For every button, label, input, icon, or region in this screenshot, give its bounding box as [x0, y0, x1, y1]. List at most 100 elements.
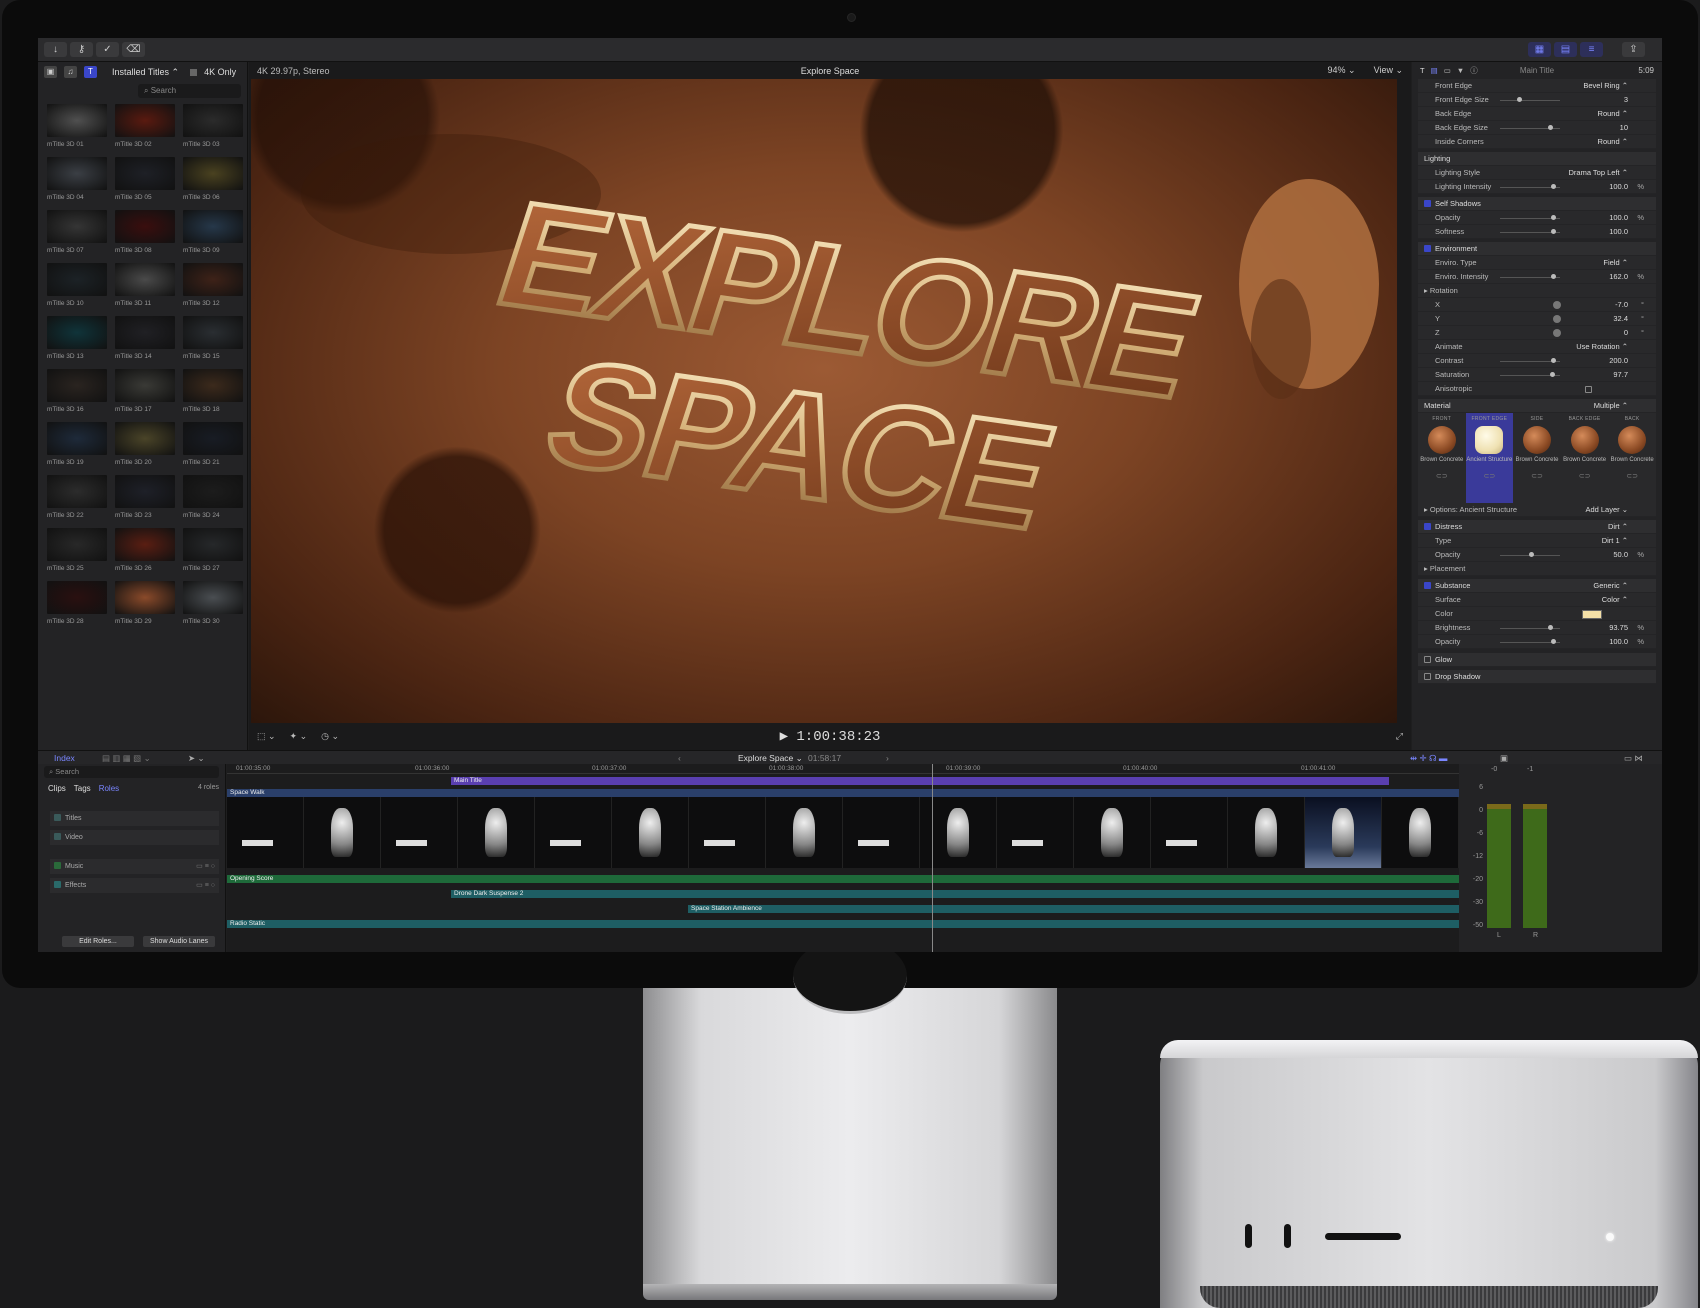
inspector-row[interactable]: Opacity 100.0% — [1418, 635, 1656, 649]
inspector-row[interactable]: Y 32.4 ° — [1418, 312, 1656, 326]
inspector-row[interactable]: Lighting Style Drama Top Left ⌃ — [1418, 166, 1656, 180]
inspector-slider[interactable] — [1500, 625, 1560, 630]
inspector-row[interactable]: Brightness 93.75% — [1418, 621, 1656, 635]
inspector-slider[interactable] — [1500, 125, 1560, 130]
inspector-slider[interactable] — [1500, 552, 1560, 557]
anisotropic-checkbox[interactable] — [1585, 386, 1592, 393]
section-checkbox[interactable] — [1424, 582, 1431, 589]
role-checkbox[interactable] — [54, 881, 61, 888]
inspector-row[interactable]: Color — [1418, 607, 1656, 621]
inspector-row[interactable]: Type Dirt 1 ⌃ — [1418, 534, 1656, 548]
video-filmstrip[interactable] — [227, 797, 1459, 868]
inspector-row-value[interactable]: 50.0 — [1613, 548, 1628, 562]
index-search-input[interactable]: ⌕ Search — [44, 766, 219, 778]
inspector-slider[interactable] — [1500, 184, 1560, 189]
background-tasks-button[interactable]: ✓ — [96, 42, 119, 57]
material-swatch[interactable]: BACK EDGE Brown Concrete ⊂⊃ — [1561, 413, 1609, 503]
title-thumbnail[interactable]: mTitle 3D 07 — [47, 210, 107, 257]
slider-knob[interactable] — [1551, 639, 1557, 644]
role-checkbox[interactable] — [54, 814, 61, 821]
section-checkbox[interactable] — [1424, 245, 1431, 252]
tab-clips[interactable]: Clips — [48, 784, 66, 793]
inspector-row[interactable]: Lighting Intensity 100.0% — [1418, 180, 1656, 194]
slider-knob[interactable] — [1551, 229, 1557, 234]
inspector-row[interactable]: Animate Use Rotation ⌃ — [1418, 340, 1656, 354]
inspector-row[interactable]: Enviro. Type Field ⌃ — [1418, 256, 1656, 270]
link-icon[interactable]: ⊂⊃ — [1561, 472, 1609, 480]
history-forward-icon[interactable]: › — [886, 753, 889, 763]
link-icon[interactable]: ⊂⊃ — [1513, 472, 1561, 480]
drop-shadow-row[interactable]: Drop Shadow — [1418, 670, 1656, 684]
inspector-slider[interactable] — [1500, 229, 1560, 234]
inspector-slider[interactable] — [1500, 639, 1560, 644]
inspector-row-value[interactable]: Dirt 1 ⌃ — [1602, 534, 1628, 548]
title-thumbnail[interactable]: mTitle 3D 08 — [115, 210, 175, 257]
inspector-row-value[interactable]: 100.0 — [1609, 180, 1628, 194]
title-thumbnail[interactable]: mTitle 3D 05 — [115, 157, 175, 204]
section-checkbox[interactable] — [1424, 523, 1431, 530]
inspector-row-value[interactable]: 100.0 — [1609, 211, 1628, 225]
inspector-row-value[interactable]: Round ⌃ — [1598, 107, 1628, 121]
title-thumbnail[interactable]: mTitle 3D 19 — [47, 422, 107, 469]
zoom-to-fit-icon[interactable]: ▭ ⋈ — [1624, 753, 1643, 764]
title-clip[interactable]: Main Title — [451, 777, 1389, 785]
inspector-row[interactable]: Lighting — [1418, 152, 1656, 166]
inspector-row-value[interactable]: 200.0 — [1609, 354, 1628, 368]
role-checkbox[interactable] — [54, 833, 61, 840]
slider-knob[interactable] — [1548, 625, 1554, 630]
tool-select-icon[interactable]: ➤ ⌄ — [188, 753, 205, 764]
title-thumbnail[interactable]: mTitle 3D 17 — [115, 369, 175, 416]
info-icon[interactable]: ⓘ — [1470, 65, 1478, 76]
browser-search-input[interactable]: ⌕ Search — [138, 84, 241, 98]
inspector-row[interactable]: Softness 100.0 — [1418, 225, 1656, 239]
inspector-row[interactable]: Back Edge Round ⌃ — [1418, 107, 1656, 121]
index-button[interactable]: Index — [54, 753, 75, 763]
lane-controls-icon[interactable]: ▭ ≡ ○ — [196, 878, 215, 893]
inspector-slider[interactable] — [1500, 274, 1560, 279]
tab-tags[interactable]: Tags — [74, 784, 91, 793]
title-thumbnail[interactable]: mTitle 3D 18 — [183, 369, 243, 416]
link-icon[interactable]: ⊂⊃ — [1418, 472, 1466, 480]
timeline-toggle-button[interactable]: ▤ — [1554, 42, 1577, 57]
inspector-row[interactable]: Front Edge Size 3 — [1418, 93, 1656, 107]
inspector-row-value[interactable]: 100.0 — [1609, 225, 1628, 239]
title-thumbnail[interactable]: mTitle 3D 24 — [183, 475, 243, 522]
timeline-ruler[interactable]: 01:00:35:00 01:00:36:00 01:00:37:00 01:0… — [227, 764, 1459, 774]
glow-checkbox[interactable] — [1424, 656, 1431, 663]
clip-appearance-icon[interactable]: ▣ — [1500, 753, 1508, 764]
clip-appearance-icons[interactable]: ▤ ▥ ▦ ▧ ⌄ — [102, 753, 151, 764]
drop-shadow-checkbox[interactable] — [1424, 673, 1431, 680]
video-clip-label[interactable]: Space Walk — [227, 789, 1459, 797]
text-inspector-icon[interactable]: T — [1420, 66, 1425, 75]
inspector-row-value[interactable]: Generic ⌃ — [1593, 579, 1628, 593]
title-thumbnail[interactable]: mTitle 3D 30 — [183, 581, 243, 628]
rotation-dial[interactable] — [1553, 329, 1561, 337]
timeline-tracks[interactable]: 01:00:35:00 01:00:36:00 01:00:37:00 01:0… — [227, 764, 1459, 952]
role-titles[interactable]: Titles — [50, 811, 219, 826]
inspector-row[interactable]: Opacity 100.0% — [1418, 211, 1656, 225]
playhead[interactable] — [932, 764, 933, 952]
audio-clip[interactable]: Space Station Ambience — [688, 905, 1459, 913]
viewer-canvas[interactable]: EXPLORE SPACE — [251, 79, 1397, 723]
inspector-row-value[interactable]: 100.0 — [1609, 635, 1628, 649]
slider-knob[interactable] — [1551, 358, 1557, 363]
title-thumbnail[interactable]: mTitle 3D 10 — [47, 263, 107, 310]
inspector-row[interactable]: Environment — [1418, 242, 1656, 256]
title-thumbnail[interactable]: mTitle 3D 22 — [47, 475, 107, 522]
title-inspector-icon[interactable]: ▤ — [1431, 66, 1438, 75]
timeline-project-menu[interactable]: Explore Space ⌄ — [738, 753, 803, 764]
title-thumbnail[interactable]: mTitle 3D 16 — [47, 369, 107, 416]
inspector-row-value[interactable]: 162.0 — [1609, 270, 1628, 284]
title-thumbnail[interactable]: mTitle 3D 13 — [47, 316, 107, 363]
titles-generators-icon[interactable]: T — [84, 66, 97, 78]
slider-knob[interactable] — [1551, 184, 1557, 189]
title-thumbnail[interactable]: mTitle 3D 26 — [115, 528, 175, 575]
inspector-row-value[interactable]: Use Rotation ⌃ — [1576, 340, 1628, 354]
media-icon[interactable]: ▣ — [44, 66, 57, 78]
title-thumbnail[interactable]: mTitle 3D 27 — [183, 528, 243, 575]
tab-roles[interactable]: Roles — [99, 784, 119, 793]
inspector-row-value[interactable]: 0 — [1624, 326, 1628, 340]
title-thumbnail[interactable]: mTitle 3D 12 — [183, 263, 243, 310]
title-thumbnail[interactable]: mTitle 3D 14 — [115, 316, 175, 363]
slider-knob[interactable] — [1550, 372, 1556, 377]
